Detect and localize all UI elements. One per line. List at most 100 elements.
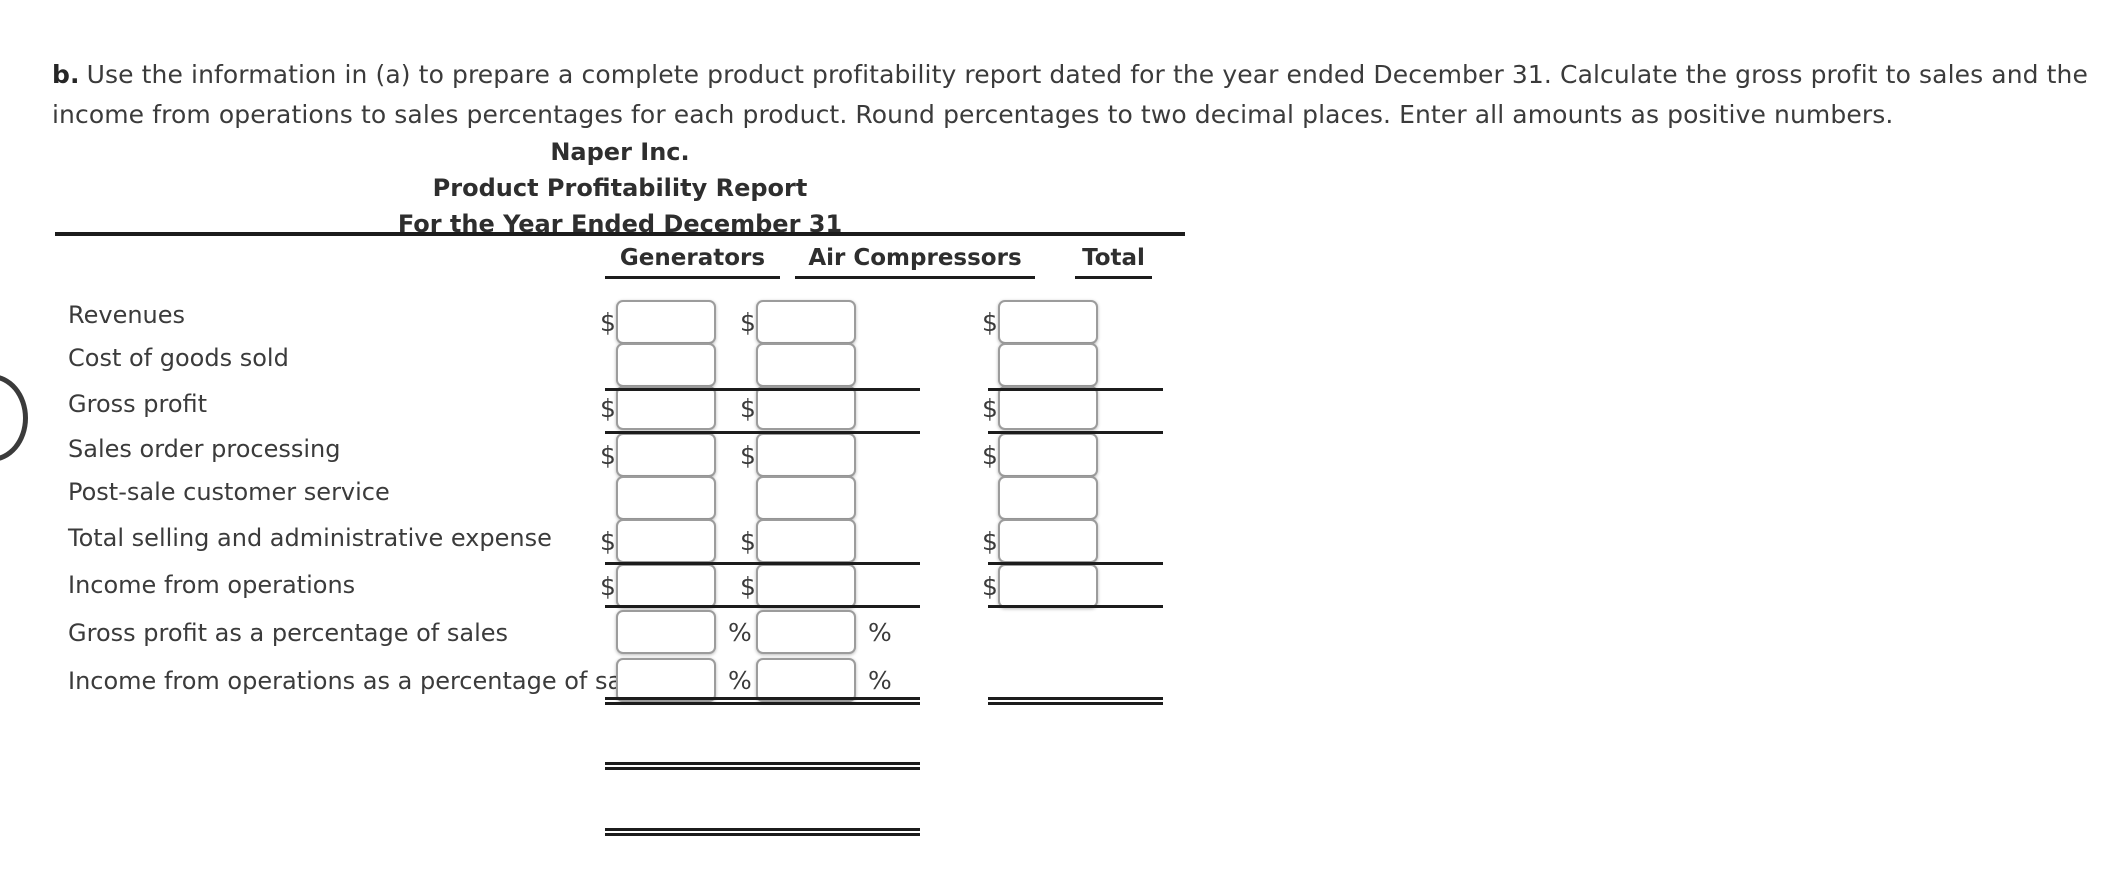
cell-income-from-operations-compressors: $	[740, 564, 856, 608]
cell-post-sale-customer-service-generators: $	[600, 476, 716, 520]
cell-post-sale-customer-service-compressors: $	[740, 476, 856, 520]
currency-symbol: $	[982, 307, 998, 337]
cell-gross-profit-generators: $	[600, 386, 716, 430]
currency-symbol: $	[600, 307, 616, 337]
cell-income-from-operations-generators: $	[600, 564, 716, 608]
input-income-from-operations-generators[interactable]	[616, 564, 716, 608]
input-income-from-operations-total[interactable]	[998, 564, 1098, 608]
report-title-block: Naper Inc. Product Profitability Report …	[55, 134, 1185, 242]
total-rule-6-compressors	[745, 828, 920, 836]
currency-symbol: $	[740, 393, 756, 423]
input-post-sale-customer-service-total[interactable]	[998, 476, 1098, 520]
column-header-generators-rule	[605, 276, 780, 279]
cell-cost-of-goods-sold-total: $	[982, 343, 1098, 387]
input-gross-profit-generators[interactable]	[616, 386, 716, 430]
cell-revenues-compressors: $	[740, 300, 856, 344]
input-total-selling-and-administrative-expense-generators[interactable]	[616, 519, 716, 563]
input-post-sale-customer-service-generators[interactable]	[616, 476, 716, 520]
row-label-income-from-operations-percentage-of-sales: Income from operations as a percentage o…	[68, 667, 657, 695]
cell-revenues-total: $	[982, 300, 1098, 344]
row-label-revenues: Revenues	[68, 301, 186, 329]
currency-symbol: $	[982, 393, 998, 423]
cell-gross-profit-percentage-of-sales-generators: $%	[600, 610, 752, 654]
total-rule-4-compressors	[745, 697, 920, 705]
row-label-gross-profit: Gross profit	[68, 390, 208, 418]
total-rule-4-total	[988, 697, 1163, 705]
row-label-total-selling-and-administrative-expense: Total selling and administrative expense	[68, 524, 552, 552]
currency-symbol: $	[740, 571, 756, 601]
currency-symbol: $	[740, 440, 756, 470]
row-label-sales-order-processing: Sales order processing	[68, 435, 341, 463]
currency-symbol: $	[600, 393, 616, 423]
input-sales-order-processing-compressors[interactable]	[756, 433, 856, 477]
input-income-from-operations-compressors[interactable]	[756, 564, 856, 608]
column-header-total-label: Total	[1082, 245, 1145, 271]
input-gross-profit-compressors[interactable]	[756, 386, 856, 430]
product-profitability-report-sheet: Naper Inc. Product Profitability Report …	[0, 0, 2125, 877]
cell-sales-order-processing-generators: $	[600, 433, 716, 477]
subtotal-rule-3-compressors	[745, 605, 920, 608]
percent-symbol: %	[868, 665, 892, 695]
cell-total-selling-and-administrative-expense-total: $	[982, 519, 1098, 563]
input-gross-profit-percentage-of-sales-generators[interactable]	[616, 610, 716, 654]
column-header-generators: Generators	[605, 245, 780, 279]
cell-total-selling-and-administrative-expense-generators: $	[600, 519, 716, 563]
cell-sales-order-processing-compressors: $	[740, 433, 856, 477]
input-post-sale-customer-service-compressors[interactable]	[756, 476, 856, 520]
currency-symbol: $	[982, 571, 998, 601]
percent-symbol: %	[868, 617, 892, 647]
cell-post-sale-customer-service-total: $	[982, 476, 1098, 520]
row-label-income-from-operations: Income from operations	[68, 571, 356, 599]
currency-symbol: $	[600, 571, 616, 601]
subtotal-rule-3-total	[988, 605, 1163, 608]
subtotal-rule-1-compressors	[745, 431, 920, 434]
cell-total-selling-and-administrative-expense-compressors: $	[740, 519, 856, 563]
row-label-gross-profit-percentage-of-sales: Gross profit as a percentage of sales	[68, 619, 509, 647]
subtotal-rule-2-compressors	[745, 562, 920, 565]
row-label-cost-of-goods-sold: Cost of goods sold	[68, 344, 289, 372]
cell-cost-of-goods-sold-compressors: $	[740, 343, 856, 387]
row-label-post-sale-customer-service: Post-sale customer service	[68, 478, 390, 506]
input-income-from-operations-percentage-of-sales-generators[interactable]	[616, 658, 716, 702]
column-header-air-compressors-label: Air Compressors	[808, 245, 1022, 271]
input-cost-of-goods-sold-compressors[interactable]	[756, 343, 856, 387]
input-revenues-total[interactable]	[998, 300, 1098, 344]
report-header-rule	[55, 232, 1185, 236]
report-name: Product Profitability Report	[432, 174, 808, 202]
column-header-air-compressors: Air Compressors	[795, 245, 1035, 279]
currency-symbol: $	[740, 526, 756, 556]
total-rule-5-compressors	[745, 762, 920, 770]
input-cost-of-goods-sold-generators[interactable]	[616, 343, 716, 387]
input-income-from-operations-percentage-of-sales-compressors[interactable]	[756, 658, 856, 702]
input-gross-profit-total[interactable]	[998, 386, 1098, 430]
input-sales-order-processing-total[interactable]	[998, 433, 1098, 477]
input-revenues-compressors[interactable]	[756, 300, 856, 344]
cell-gross-profit-compressors: $	[740, 386, 856, 430]
report-period: For the Year Ended December 31	[397, 210, 843, 238]
currency-symbol: $	[982, 526, 998, 556]
column-header-total-rule	[1075, 276, 1152, 279]
currency-symbol: $	[600, 526, 616, 556]
column-header-air-compressors-rule	[795, 276, 1035, 279]
column-header-generators-label: Generators	[619, 245, 766, 271]
cell-income-from-operations-percentage-of-sales-compressors: $%	[740, 658, 892, 702]
input-cost-of-goods-sold-total[interactable]	[998, 343, 1098, 387]
cell-income-from-operations-total: $	[982, 564, 1098, 608]
input-sales-order-processing-generators[interactable]	[616, 433, 716, 477]
currency-symbol: $	[740, 307, 756, 337]
subtotal-rule-0-total	[988, 388, 1163, 391]
input-total-selling-and-administrative-expense-total[interactable]	[998, 519, 1098, 563]
cell-revenues-generators: $	[600, 300, 716, 344]
subtotal-rule-0-compressors	[745, 388, 920, 391]
subtotal-rule-1-total	[988, 431, 1163, 434]
cell-gross-profit-total: $	[982, 386, 1098, 430]
input-total-selling-and-administrative-expense-compressors[interactable]	[756, 519, 856, 563]
currency-symbol: $	[600, 440, 616, 470]
report-company-name: Naper Inc.	[550, 138, 690, 166]
input-revenues-generators[interactable]	[616, 300, 716, 344]
cell-sales-order-processing-total: $	[982, 433, 1098, 477]
currency-symbol: $	[982, 440, 998, 470]
input-gross-profit-percentage-of-sales-compressors[interactable]	[756, 610, 856, 654]
cell-cost-of-goods-sold-generators: $	[600, 343, 716, 387]
subtotal-rule-2-total	[988, 562, 1163, 565]
